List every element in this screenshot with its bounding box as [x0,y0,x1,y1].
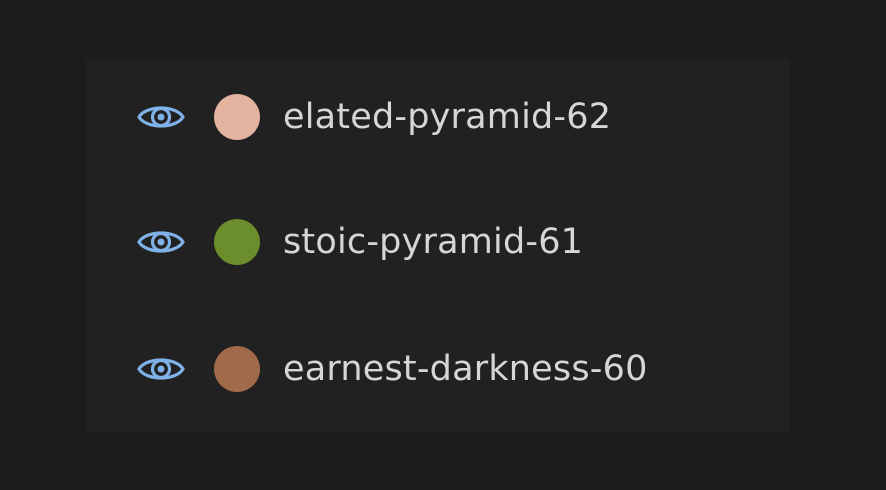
run-name-label: elated-pyramid-62 [283,96,612,137]
eye-icon[interactable] [136,100,186,134]
run-color-swatch[interactable] [214,219,260,265]
eye-icon[interactable] [136,352,186,386]
run-color-swatch[interactable] [214,94,260,140]
run-list-panel: elated-pyramid-62 stoic-pyramid-61 earne… [86,59,790,432]
eye-icon[interactable] [136,225,186,259]
run-name-label: stoic-pyramid-61 [283,221,584,262]
run-color-swatch[interactable] [214,346,260,392]
run-row: earnest-darkness-60 [86,329,790,409]
run-row: stoic-pyramid-61 [86,202,790,282]
run-row: elated-pyramid-62 [86,77,790,157]
run-name-label: earnest-darkness-60 [283,348,648,389]
